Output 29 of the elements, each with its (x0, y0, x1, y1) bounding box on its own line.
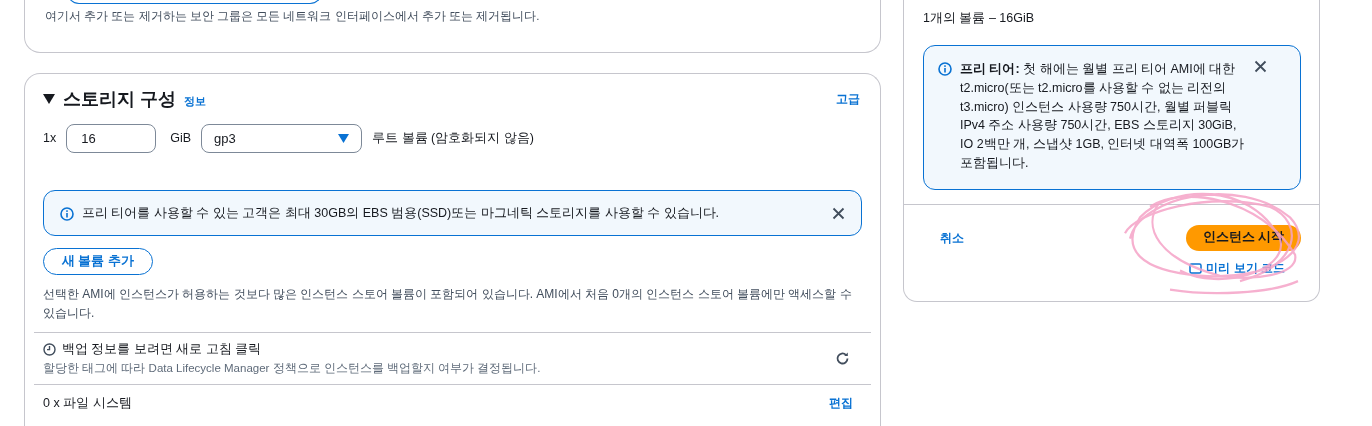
file-systems-label: 0 x 파일 시스템 (43, 395, 133, 413)
add-volume-button[interactable]: 새 볼륨 추가 (43, 248, 153, 275)
alert-text: 프리 티어를 사용할 수 있는 고객은 최대 30GB의 EBS 범용(SSD)또는 마그네틱 스토리지를 사용할 수 있습니다. (82, 204, 721, 222)
cancel-link[interactable]: 취소 (940, 229, 964, 281)
collapse-triangle-icon[interactable] (43, 94, 55, 104)
volume-summary: 1개의 볼륨 – 16GiB (922, 10, 1036, 27)
backup-title: 백업 정보를 보려면 새로 고침 클릭 (62, 341, 262, 359)
unit-label: GiB (170, 131, 192, 145)
close-button[interactable] (1254, 60, 1267, 73)
preview-code-link[interactable]: 미리 보기 코드 (1189, 259, 1285, 277)
clock-icon (43, 343, 56, 357)
advanced-link[interactable]: 고급 (836, 90, 860, 108)
info-icon (60, 207, 74, 221)
volume-description: 루트 볼륨 (암호화되지 않음) (372, 129, 534, 147)
instance-store-note: 선택한 AMI에 인스턴스가 허용하는 것보다 많은 인스턴스 스토어 볼륨이 포함되어 있습니다. AMI에서 처음 0개의 인스턴스 스토어 볼륨에만 액세스할 수 있습니다. (43, 286, 853, 322)
close-button[interactable] (832, 206, 845, 220)
size-input[interactable]: 16 (66, 123, 157, 153)
refresh-icon[interactable] (835, 351, 850, 367)
info-link[interactable]: 정보 (184, 93, 206, 109)
edit-link[interactable]: 편집 (829, 395, 853, 413)
security-group-note: 여기서 추가 또는 제거하는 보안 그룹은 모든 네트워크 인터페이스에서 추가 또는 제거됩니다. (45, 9, 541, 24)
volume-count: 1x (43, 131, 57, 145)
info-icon (938, 62, 952, 76)
section-title: 스토리지 구성 (63, 88, 176, 111)
free-tier-text: 프리 티어: 첫 해에는 월별 프리 티어 AMI에 대한 t2.micro(또는 t2.micro를 사용할 수 없는 리전의 t3.micro) 인스턴스 사용량 750시간, 월별 퍼블릭 IPv4 주소 사용량 750시간, EBS 스토리지 30GiB, IO 2백만 개, 스냅샷 1GB, 인터넷 대역폭 100GB가 포함됩니다. (960, 61, 1246, 172)
backup-description: 할당한 태그에 따라 Data Lifecycle Manager 정책으로 인스턴스를 백업할지 여부가 결정됩니다. (43, 361, 542, 377)
volume-type-select[interactable]: gp3 (201, 123, 363, 153)
code-icon (1189, 261, 1203, 275)
dropdown-caret-icon (338, 133, 350, 143)
